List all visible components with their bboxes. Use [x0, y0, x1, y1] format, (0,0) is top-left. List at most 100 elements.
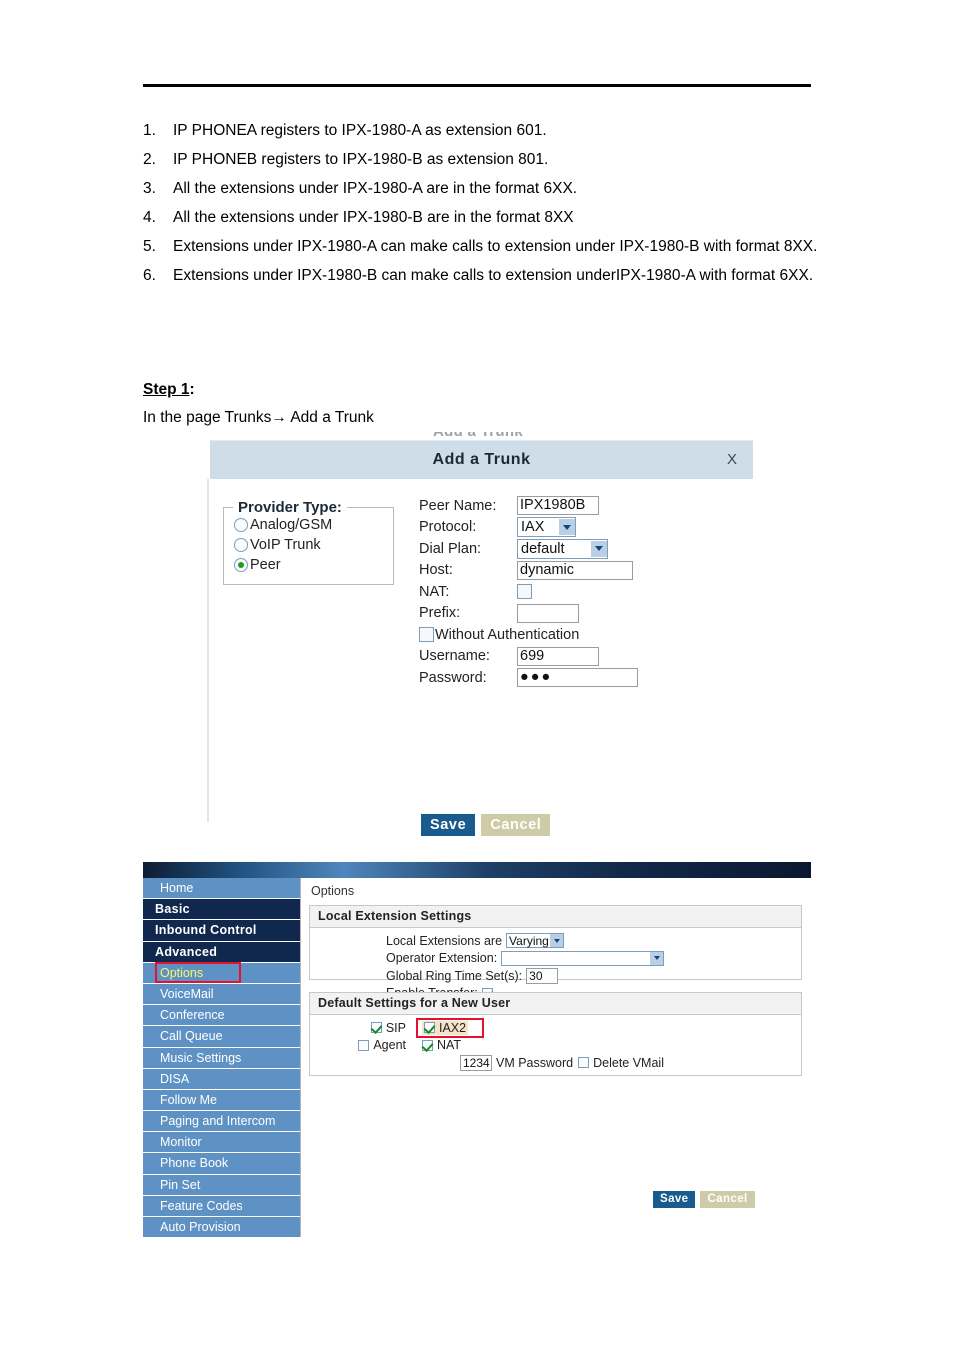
close-icon[interactable]: X — [727, 451, 737, 468]
sidebar-item-label: Monitor — [160, 1135, 202, 1150]
nat-checkbox[interactable] — [517, 584, 532, 600]
radio-option-analog-gsm[interactable]: Analog/GSM — [234, 516, 393, 534]
field-operator-extension: Operator Extension: — [310, 950, 801, 968]
iax2-checkbox[interactable] — [424, 1022, 435, 1034]
sidebar-item-music-settings[interactable]: Music Settings — [143, 1047, 300, 1069]
step-heading: Step 1: — [143, 381, 195, 399]
radio-icon-selected[interactable] — [234, 558, 248, 572]
trunk-form: Peer Name: IPX1980B Protocol: IAX Dial P… — [419, 495, 719, 689]
chevron-down-icon[interactable] — [591, 540, 607, 557]
sidebar-item-label: Inbound Control — [155, 923, 257, 938]
sidebar-item-paging-and-intercom[interactable]: Paging and Intercom — [143, 1111, 300, 1133]
field-host: Host: dynamic — [419, 560, 719, 582]
sidebar-item-pin-set[interactable]: Pin Set — [143, 1174, 300, 1196]
local-extensions-select[interactable]: Varying — [506, 933, 565, 949]
radio-option-peer[interactable]: Peer — [234, 556, 393, 574]
field-prefix: Prefix: — [419, 603, 719, 625]
sidebar-item-conference[interactable]: Conference — [143, 1005, 300, 1027]
field-sip[interactable]: SIP — [310, 1021, 406, 1035]
sidebar-item-label: VoiceMail — [160, 986, 214, 1001]
list-item-number: 2. — [143, 151, 156, 168]
numbered-list: 1. IP PHONEA registers to IPX-1980-A as … — [143, 116, 823, 290]
delete-vmail-checkbox[interactable] — [578, 1057, 590, 1069]
sidebar-item-label: Pin Set — [160, 1177, 201, 1192]
sidebar-item-auto-provision[interactable]: Auto Provision — [143, 1217, 300, 1239]
sidebar-item-monitor[interactable]: Monitor — [143, 1132, 300, 1154]
save-button[interactable]: Save — [653, 1191, 696, 1208]
protocol-select[interactable]: IAX — [517, 517, 576, 538]
sidebar-item-voicemail[interactable]: VoiceMail — [143, 983, 300, 1006]
radio-option-voip-trunk[interactable]: VoIP Trunk — [234, 536, 393, 554]
list-item: 2. IP PHONEB registers to IPX-1980-B as … — [143, 145, 823, 174]
password-input[interactable]: ●●● — [517, 668, 638, 688]
dialog-left-divider — [207, 479, 209, 822]
delete-vmail-label: Delete VMail — [593, 1055, 664, 1070]
save-button[interactable]: Save — [421, 814, 476, 836]
sidebar-item-follow-me[interactable]: Follow Me — [143, 1089, 300, 1112]
host-input[interactable]: dynamic — [517, 560, 633, 580]
sidebar-item-label: Phone Book — [160, 1156, 229, 1171]
sidebar: Home Basic Inbound Control Advanced Opti… — [143, 878, 300, 1239]
annotation-redbox-options — [155, 961, 241, 983]
without-authentication-label: Without Authentication — [435, 626, 580, 643]
sidebar-item-label: Feature Codes — [160, 1198, 243, 1213]
agent-checkbox[interactable] — [358, 1039, 370, 1051]
sidebar-item-label: Music Settings — [160, 1050, 242, 1065]
list-item: 5. Extensions under IPX-1980-A can make … — [143, 232, 823, 261]
chevron-down-icon[interactable] — [650, 951, 664, 965]
username-label: Username: — [419, 648, 490, 665]
breadcrumb: Options — [311, 884, 355, 898]
without-authentication-checkbox[interactable] — [419, 627, 434, 643]
username-input[interactable]: 699 — [517, 646, 599, 666]
sidebar-item-disa[interactable]: DISA — [143, 1068, 300, 1090]
sidebar-item-feature-codes[interactable]: Feature Codes — [143, 1195, 300, 1217]
chevron-down-icon[interactable] — [559, 519, 575, 536]
cancel-button[interactable]: Cancel — [481, 814, 551, 836]
sidebar-item-label: Home — [160, 881, 194, 895]
sidebar-group-basic[interactable]: Basic — [143, 899, 300, 921]
sidebar-item-label: DISA — [160, 1071, 190, 1086]
options-action-buttons: Save Cancel — [653, 1191, 755, 1208]
list-item-text: IP PHONEA registers to IPX-1980-A as ext… — [173, 122, 547, 139]
field-peer-name: Peer Name: IPX1980B — [419, 495, 719, 517]
peer-name-label: Peer Name: — [419, 497, 497, 514]
agent-label: Agent — [373, 1038, 406, 1053]
field-without-authentication[interactable]: Without Authentication — [419, 624, 719, 646]
radio-icon[interactable] — [234, 538, 248, 552]
list-item: 4. All the extensions under IPX-1980-B a… — [143, 203, 823, 232]
cancel-button[interactable]: Cancel — [700, 1191, 755, 1208]
protocol-label: Protocol: — [419, 519, 477, 536]
sidebar-item-label: Call Queue — [160, 1029, 223, 1044]
list-item-number: 1. — [143, 122, 156, 139]
peer-name-input[interactable]: IPX1980B — [517, 496, 599, 516]
nat-default-checkbox[interactable] — [422, 1039, 433, 1051]
list-item-text: IP PHONEB registers to IPX-1980-B as ext… — [173, 151, 549, 168]
list-item: 1. IP PHONEA registers to IPX-1980-A as … — [143, 116, 823, 145]
provider-type-group: Provider Type: Analog/GSM VoIP Trunk Pee… — [223, 499, 394, 585]
dialog-title: Add a Trunk — [432, 451, 531, 468]
panel-body: SIP IAX2 Agent NAT 1234 VM Password Dele… — [310, 1015, 801, 1072]
dialog-body: Provider Type: Analog/GSM VoIP Trunk Pee… — [205, 479, 753, 837]
sidebar-group-advanced[interactable]: Advanced — [143, 941, 300, 963]
chevron-down-icon[interactable] — [550, 934, 564, 948]
sidebar-item-call-queue[interactable]: Call Queue — [143, 1026, 300, 1048]
sidebar-group-inbound-control[interactable]: Inbound Control — [143, 920, 300, 942]
sidebar-item-home[interactable]: Home — [143, 878, 300, 900]
host-label: Host: — [419, 562, 453, 579]
prefix-label: Prefix: — [419, 605, 461, 622]
prefix-input[interactable] — [517, 603, 579, 623]
dial-plan-select[interactable]: default — [517, 538, 608, 559]
sidebar-item-label: Advanced — [155, 944, 218, 959]
field-username: Username: 699 — [419, 646, 719, 668]
sidebar-item-phone-book[interactable]: Phone Book — [143, 1153, 300, 1175]
sidebar-item-options[interactable]: Options — [143, 961, 300, 984]
dial-plan-label: Dial Plan: — [419, 540, 482, 557]
radio-icon[interactable] — [234, 518, 248, 532]
vm-password-input[interactable]: 1234 — [460, 1054, 492, 1071]
field-agent[interactable]: Agent — [310, 1038, 406, 1052]
sip-checkbox[interactable] — [370, 1022, 382, 1034]
field-nat-default[interactable]: NAT — [406, 1038, 532, 1052]
field-iax2[interactable]: IAX2 — [406, 1017, 532, 1038]
global-ring-time-input[interactable]: 30 — [526, 967, 559, 984]
operator-extension-select[interactable] — [501, 950, 665, 966]
